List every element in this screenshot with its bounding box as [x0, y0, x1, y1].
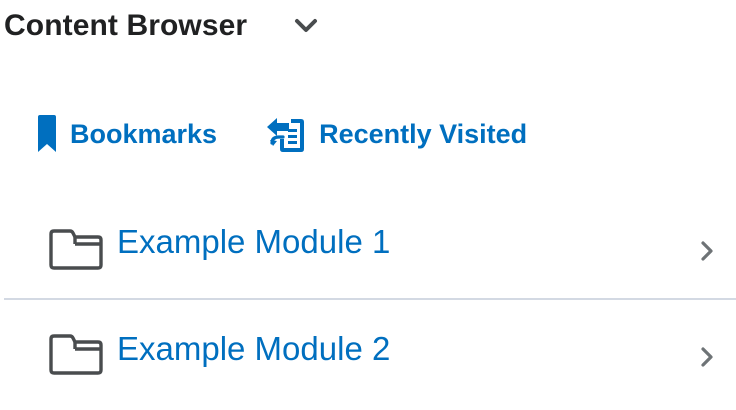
- list-item[interactable]: Example Module 1: [4, 196, 736, 298]
- page-title: Content Browser: [4, 9, 248, 42]
- quick-links: Bookmarks Recently Visited: [36, 106, 527, 162]
- bookmarks-link[interactable]: Bookmarks: [36, 114, 217, 154]
- content-browser-header[interactable]: Content Browser: [4, 0, 321, 52]
- recently-visited-link[interactable]: Recently Visited: [265, 113, 527, 155]
- chevron-right-icon: [700, 240, 714, 262]
- content-browser-panel: Content Browser Bookmarks Recently Visit…: [0, 0, 736, 410]
- recently-visited-icon: [265, 113, 307, 155]
- chevron-down-icon[interactable]: [291, 16, 321, 36]
- module-title[interactable]: Example Module 2: [117, 330, 390, 367]
- recently-visited-label: Recently Visited: [319, 118, 528, 149]
- module-title[interactable]: Example Module 1: [117, 223, 390, 260]
- chevron-right-icon: [700, 346, 714, 368]
- module-list: Example Module 1 Example Module 2: [4, 196, 736, 404]
- bookmarks-label: Bookmarks: [70, 118, 218, 149]
- bookmark-icon: [36, 114, 58, 154]
- folder-icon: [48, 228, 104, 270]
- list-item[interactable]: Example Module 2: [4, 298, 736, 404]
- folder-icon: [48, 333, 104, 375]
